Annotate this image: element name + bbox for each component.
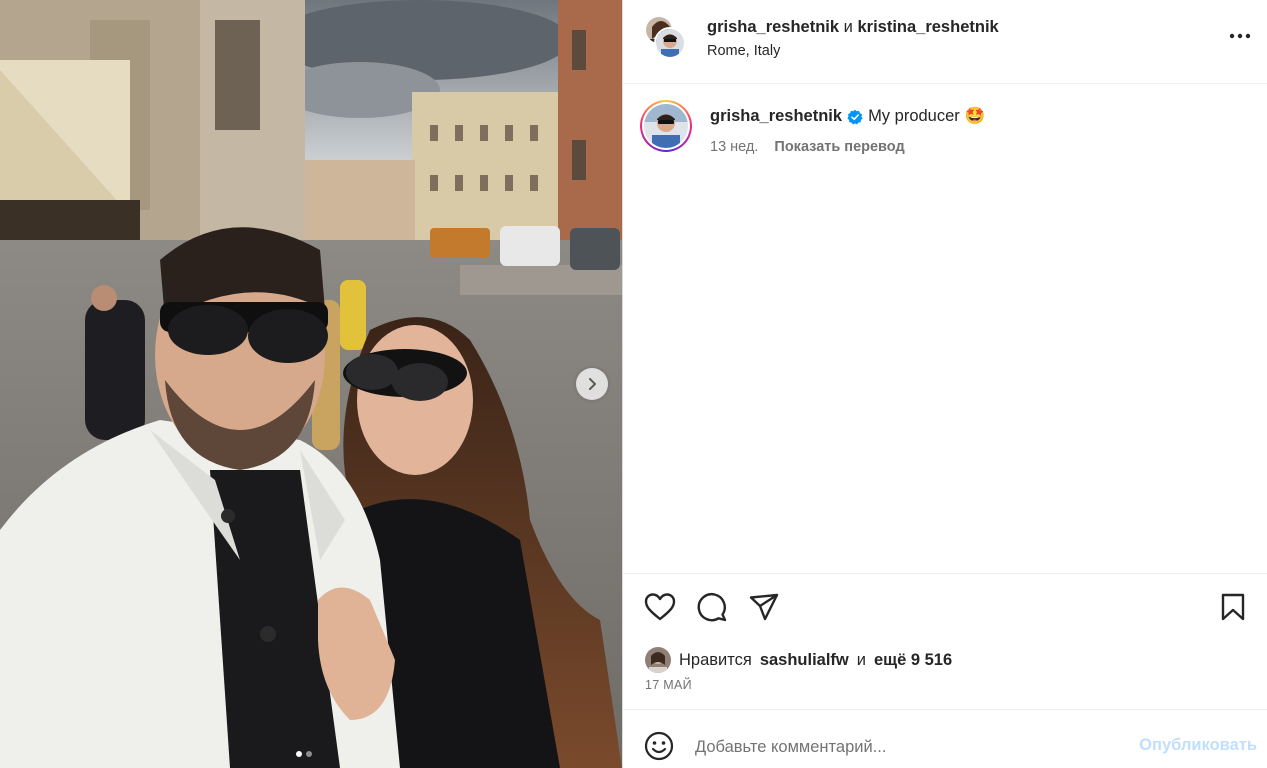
caption-time-ago[interactable]: 13 нед. <box>710 139 758 155</box>
author1-link[interactable]: grisha_reshetnik <box>707 18 839 36</box>
liker-username[interactable]: sashulialfw <box>760 651 849 670</box>
caption-line: grisha_reshetnik My producer 🤩 <box>710 107 985 126</box>
collab-avatars[interactable] <box>644 15 686 61</box>
avatar-image <box>644 104 688 148</box>
instagram-post: grisha_reshetnik и kristina_reshetnik Ro… <box>0 0 1267 768</box>
verified-badge-icon <box>847 109 863 125</box>
likes-prefix: Нравится <box>679 650 752 669</box>
likes-summary: Нравится sashulialfw и ещё 9 516 <box>645 647 952 673</box>
comment-button[interactable] <box>695 590 729 624</box>
carousel-dot-1[interactable] <box>296 751 302 757</box>
caption-emoji: 🤩 <box>964 107 986 125</box>
header-text: grisha_reshetnik и kristina_reshetnik Ro… <box>707 18 999 59</box>
carousel-dots <box>296 751 312 757</box>
avatar-grisha[interactable] <box>654 27 686 59</box>
bookmark-button[interactable] <box>1216 590 1250 624</box>
post-media[interactable] <box>0 0 622 768</box>
author-names: grisha_reshetnik и kristina_reshetnik <box>707 18 999 37</box>
post-side-panel: grisha_reshetnik и kristina_reshetnik Ro… <box>622 0 1267 768</box>
likes-conjunction: и <box>856 650 866 669</box>
carousel-dot-2[interactable] <box>306 751 312 757</box>
comment-bar: Опубликовать <box>623 709 1267 768</box>
caption-text: My producer <box>868 107 960 125</box>
publish-comment-button[interactable]: Опубликовать <box>1131 736 1257 755</box>
bookmark-icon <box>1221 593 1245 621</box>
avatar-image <box>656 29 684 57</box>
post-date[interactable]: 17 МАЙ <box>645 678 692 692</box>
divider <box>623 573 1267 574</box>
caption-username[interactable]: grisha_reshetnik <box>710 107 842 126</box>
show-translation-button[interactable]: Показать перевод <box>774 139 904 155</box>
likes-others-count[interactable]: ещё 9 516 <box>874 651 952 670</box>
liker-avatar[interactable] <box>645 647 671 673</box>
like-button[interactable] <box>643 590 677 624</box>
share-button[interactable] <box>747 590 781 624</box>
avatar-image <box>645 647 671 673</box>
post-actions <box>643 590 1248 624</box>
carousel-next-button[interactable] <box>576 368 608 400</box>
location-link[interactable]: Rome, Italy <box>707 43 999 59</box>
caption-meta: 13 нед. Показать перевод <box>710 139 905 155</box>
author-conjunction: и <box>843 18 853 36</box>
share-icon <box>749 593 779 621</box>
smiley-icon <box>644 731 674 761</box>
post-photo <box>0 0 622 768</box>
emoji-picker-button[interactable] <box>643 730 675 762</box>
heart-icon <box>644 593 676 621</box>
chevron-right-icon <box>589 378 596 390</box>
comment-icon <box>697 593 727 622</box>
more-options-button[interactable] <box>1227 26 1253 46</box>
caption-avatar-story-ring[interactable] <box>640 100 692 152</box>
comment-input[interactable] <box>695 734 1115 760</box>
more-horizontal-icon <box>1229 33 1251 39</box>
post-header: grisha_reshetnik и kristina_reshetnik Ro… <box>623 0 1267 84</box>
author2-link[interactable]: kristina_reshetnik <box>857 18 998 36</box>
